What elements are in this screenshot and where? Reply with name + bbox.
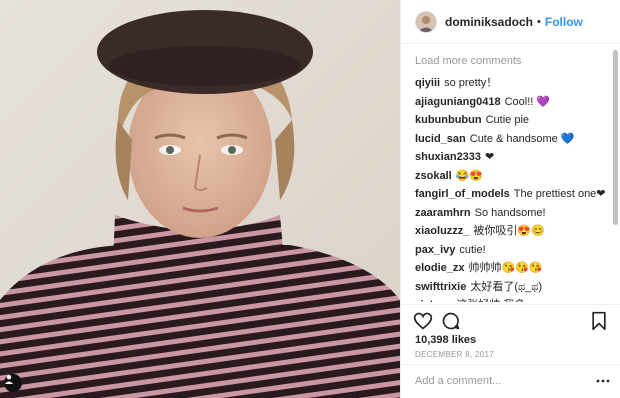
comment-row: zaaramhrn So handsome! bbox=[415, 204, 607, 223]
post-header: dominiksadoch • Follow bbox=[401, 0, 620, 44]
action-bar bbox=[401, 304, 620, 334]
add-comment-input[interactable] bbox=[415, 372, 585, 390]
comment-text: 太好看了(ಥ_ಥ) bbox=[470, 280, 543, 293]
comment-username[interactable]: pax_ivy bbox=[415, 244, 455, 256]
comment-row: qiyiii so pretty！ bbox=[415, 74, 607, 93]
load-more-comments-link[interactable]: Load more comments bbox=[415, 55, 607, 67]
separator-dot: • bbox=[537, 15, 541, 28]
comment-text: Cute & handsome 💙 bbox=[469, 132, 575, 145]
comment-row: elodie_zx 帅帅帅😘😘😘 bbox=[415, 259, 607, 278]
comment-text: Cutie pie bbox=[485, 114, 530, 126]
comment-text: cutie! bbox=[459, 243, 486, 256]
comment-username[interactable]: shuxian2333 bbox=[415, 151, 481, 163]
post-photo[interactable] bbox=[0, 0, 400, 398]
user-tag-icon[interactable] bbox=[4, 374, 22, 392]
heart-icon[interactable] bbox=[413, 311, 433, 331]
avatar[interactable] bbox=[415, 10, 437, 33]
comment-username[interactable]: kubunbubun bbox=[415, 114, 482, 126]
post-side-panel: dominiksadoch • Follow Load more comment… bbox=[400, 0, 620, 398]
comment-row: fangirl_of_models The prettiest one❤ bbox=[415, 185, 607, 204]
comment-text: Cool!! 💜 bbox=[504, 95, 551, 108]
bookmark-icon[interactable] bbox=[589, 311, 609, 331]
likes-count[interactable]: 10,398 likes bbox=[415, 334, 476, 346]
follow-button[interactable]: Follow bbox=[545, 15, 583, 29]
comment-row: zjstq__ 这张好帅 我多 bbox=[415, 296, 607, 302]
post-date: DECEMBER 8, 2017 bbox=[415, 350, 495, 359]
comment-text: 帅帅帅😘😘😘 bbox=[468, 262, 543, 274]
comment-row: lucid_san Cute & handsome 💙 bbox=[415, 130, 607, 149]
comment-username[interactable]: xiaoluzzz_ bbox=[415, 225, 469, 237]
comment-row: pax_ivy cutie! bbox=[415, 241, 607, 260]
comment-text: 被你吸引😍😊 bbox=[473, 225, 545, 237]
add-comment-bar bbox=[401, 364, 620, 398]
comment-username[interactable]: qiyiii bbox=[415, 77, 440, 89]
comment-username[interactable]: ajiaguniang0418 bbox=[415, 96, 501, 108]
portrait-illustration bbox=[0, 0, 400, 398]
speech-bubble-icon[interactable] bbox=[441, 311, 461, 331]
comment-row: kubunbubun Cutie pie bbox=[415, 111, 607, 130]
ellipsis-icon[interactable] bbox=[595, 373, 611, 389]
comment-text: The prettiest one❤ bbox=[513, 188, 606, 200]
instagram-post: dominiksadoch • Follow Load more comment… bbox=[0, 0, 620, 398]
comment-text: ❤ bbox=[485, 151, 495, 163]
comment-row: swifttrixie 太好看了(ಥ_ಥ) bbox=[415, 278, 607, 297]
comment-username[interactable]: swifttrixie bbox=[415, 281, 466, 293]
comment-row: zsokall 😂😍 bbox=[415, 167, 607, 186]
comment-text: 这张好帅 我多 bbox=[456, 299, 525, 302]
comment-row: shuxian2333 ❤ bbox=[415, 148, 607, 167]
comment-text: So handsome! bbox=[474, 206, 546, 219]
comment-text: so pretty！ bbox=[444, 77, 498, 89]
comment-username[interactable]: zsokall bbox=[415, 170, 452, 182]
comment-username[interactable]: zjstq__ bbox=[415, 299, 452, 302]
comment-text: 😂😍 bbox=[455, 169, 484, 182]
comments-scrollbar[interactable] bbox=[613, 50, 618, 225]
comment-username[interactable]: elodie_zx bbox=[415, 262, 465, 274]
comments-list: Load more comments qiyiii so pretty！ ajiag… bbox=[401, 44, 607, 302]
comment-username[interactable]: lucid_san bbox=[415, 133, 466, 145]
comment-row: xiaoluzzz_ 被你吸引😍😊 bbox=[415, 222, 607, 241]
comment-username[interactable]: zaaramhrn bbox=[415, 207, 471, 219]
comment-username[interactable]: fangirl_of_models bbox=[415, 188, 510, 200]
author-username[interactable]: dominiksadoch bbox=[445, 15, 533, 29]
comment-row: ajiaguniang0418 Cool!! 💜 bbox=[415, 93, 607, 112]
